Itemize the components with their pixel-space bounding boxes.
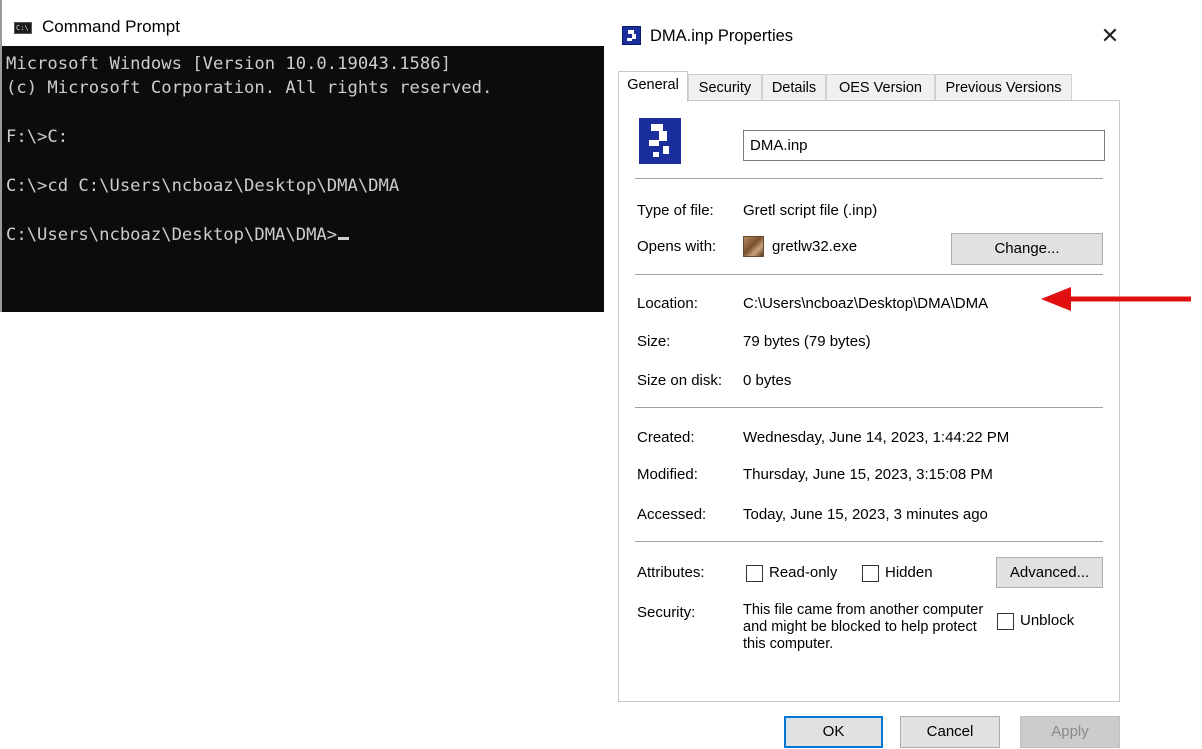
cmd-line: (c) Microsoft Corporation. All rights re… xyxy=(6,78,493,98)
size-on-disk-value: 0 bytes xyxy=(743,372,792,389)
modified-value: Thursday, June 15, 2023, 3:15:08 PM xyxy=(743,466,993,483)
cmd-prompt-text: C:\Users\ncboaz\Desktop\DMA\DMA> xyxy=(6,225,338,245)
security-label: Security: xyxy=(637,604,696,621)
unblock-label[interactable]: Unblock xyxy=(1020,612,1074,629)
tab-previous-versions[interactable]: Previous Versions xyxy=(935,74,1072,100)
cmd-titlebar[interactable]: C:\ Command Prompt xyxy=(0,0,604,46)
change-button[interactable]: Change... xyxy=(951,233,1103,265)
advanced-button[interactable]: Advanced... xyxy=(996,557,1103,588)
hidden-checkbox[interactable] xyxy=(862,565,879,582)
file-icon xyxy=(622,26,641,45)
opens-with-label: Opens with: xyxy=(637,238,717,255)
security-message: This file came from another computer and… xyxy=(743,602,984,652)
tab-oes-version[interactable]: OES Version xyxy=(826,74,935,100)
filename-input[interactable] xyxy=(743,130,1105,161)
tab-security[interactable]: Security xyxy=(688,74,762,100)
divider xyxy=(635,407,1103,408)
divider xyxy=(635,541,1103,542)
attributes-label: Attributes: xyxy=(637,564,705,581)
location-label: Location: xyxy=(637,295,698,312)
readonly-checkbox[interactable] xyxy=(746,565,763,582)
type-of-file-value: Gretl script file (.inp) xyxy=(743,202,878,219)
tab-details[interactable]: Details xyxy=(762,74,826,100)
cancel-button[interactable]: Cancel xyxy=(900,716,1000,748)
location-value: C:\Users\ncboaz\Desktop\DMA\DMA xyxy=(743,295,989,312)
accessed-value: Today, June 15, 2023, 3 minutes ago xyxy=(743,506,988,523)
hidden-label[interactable]: Hidden xyxy=(885,564,933,581)
created-value: Wednesday, June 14, 2023, 1:44:22 PM xyxy=(743,429,1010,446)
size-on-disk-label: Size on disk: xyxy=(637,372,723,389)
cmd-title: Command Prompt xyxy=(42,17,180,36)
command-prompt-window[interactable]: C:\ Command Prompt Microsoft Windows [Ve… xyxy=(0,0,604,312)
divider xyxy=(635,274,1103,275)
properties-dialog[interactable]: DMA.inp Properties ✕ General Security De… xyxy=(604,0,1202,749)
size-label: Size: xyxy=(637,333,671,350)
close-icon[interactable]: ✕ xyxy=(1096,22,1124,50)
red-arrow-annotation xyxy=(1041,287,1191,311)
size-value: 79 bytes (79 bytes) xyxy=(743,333,871,350)
cmd-line: C:\>cd C:\Users\ncboaz\Desktop\DMA\DMA xyxy=(6,176,400,196)
unblock-checkbox[interactable] xyxy=(997,613,1014,630)
type-of-file-label: Type of file: xyxy=(637,202,714,219)
general-panel: Type of file: Gretl script file (.inp) O… xyxy=(618,100,1120,702)
readonly-label[interactable]: Read-only xyxy=(769,564,837,581)
accessed-label: Accessed: xyxy=(637,506,707,523)
file-large-icon xyxy=(639,118,681,164)
cmd-prompt-line[interactable]: C:\Users\ncboaz\Desktop\DMA\DMA> xyxy=(6,225,350,245)
ok-button[interactable]: OK xyxy=(784,716,883,748)
tab-general[interactable]: General xyxy=(618,71,688,102)
cmd-line: Microsoft Windows [Version 10.0.19043.15… xyxy=(6,54,451,74)
opens-with-value: gretlw32.exe xyxy=(772,238,858,255)
cmd-console[interactable]: Microsoft Windows [Version 10.0.19043.15… xyxy=(0,46,604,312)
divider xyxy=(635,178,1103,179)
modified-label: Modified: xyxy=(637,466,698,483)
dialog-title: DMA.inp Properties xyxy=(650,27,794,45)
cmd-app-icon: C:\ xyxy=(14,22,32,34)
gretl-app-icon xyxy=(743,236,764,257)
cmd-line: F:\>C: xyxy=(6,127,69,147)
apply-button[interactable]: Apply xyxy=(1020,716,1120,748)
text-cursor xyxy=(338,237,350,240)
created-label: Created: xyxy=(637,429,695,446)
